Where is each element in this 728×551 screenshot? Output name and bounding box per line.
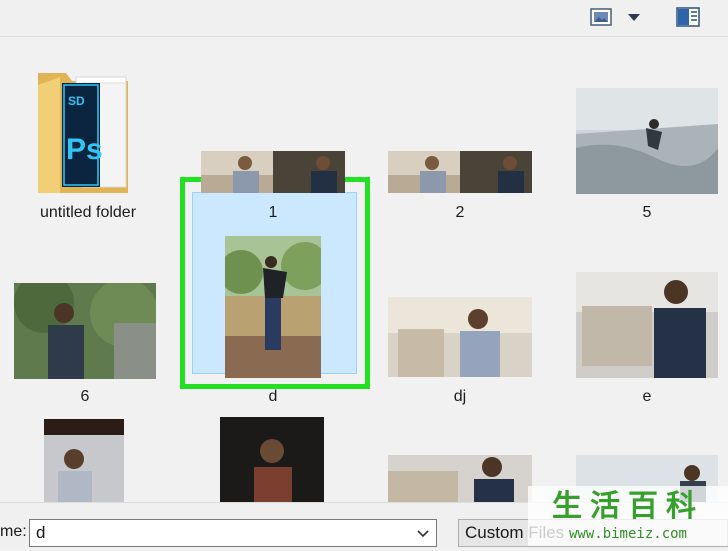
preview-pane-icon <box>676 7 700 27</box>
file-item-5[interactable]: 5 <box>570 57 724 227</box>
watermark-url: www.bimeiz.com <box>569 526 687 542</box>
caret-down-icon <box>628 14 640 21</box>
chevron-down-icon[interactable] <box>414 524 432 542</box>
ps-badge-main: Ps <box>66 133 103 166</box>
file-name: dj <box>453 388 467 405</box>
photoshop-folder-icon: SD Ps <box>38 73 128 193</box>
view-options-dropdown[interactable] <box>624 4 644 30</box>
change-view-button[interactable] <box>588 4 614 30</box>
watermark: 生活百科 www.bimeiz.com <box>528 486 728 546</box>
file-item-partial[interactable] <box>216 417 328 502</box>
picture-view-icon <box>590 8 612 26</box>
ps-badge-top: SD <box>68 94 85 108</box>
file-name: 2 <box>455 204 465 221</box>
file-item-6[interactable]: 6 <box>8 247 162 407</box>
image-thumbnail <box>388 297 532 377</box>
file-item-d[interactable]: d <box>196 193 350 407</box>
file-item-partial[interactable] <box>383 455 537 502</box>
filename-value: d <box>36 523 46 542</box>
file-item-dj[interactable]: dj <box>383 247 537 407</box>
file-name: untitled folder <box>39 204 137 221</box>
file-item-partial[interactable] <box>38 419 134 502</box>
image-thumbnail <box>576 272 718 378</box>
file-name: 6 <box>80 388 90 405</box>
file-name: e <box>642 388 652 405</box>
image-thumbnail <box>576 88 718 194</box>
file-name: d <box>268 388 278 405</box>
image-thumbnail <box>225 236 321 378</box>
file-list-pane[interactable]: SD Ps untitled folder 1 2 5 6 d dj e <box>0 37 728 502</box>
image-thumbnail <box>388 151 532 193</box>
image-thumbnail <box>14 283 156 379</box>
image-thumbnail <box>44 419 124 502</box>
file-item-2[interactable]: 2 <box>383 57 537 227</box>
watermark-title: 生活百科 <box>552 489 704 524</box>
file-item-e[interactable]: e <box>570 247 724 407</box>
image-thumbnail <box>201 151 345 193</box>
preview-pane-button[interactable] <box>674 4 702 30</box>
file-name: 5 <box>642 204 652 221</box>
file-item-untitled-folder[interactable]: SD Ps untitled folder <box>20 57 156 227</box>
toolbar <box>0 0 728 37</box>
image-thumbnail <box>220 417 324 502</box>
filename-label: me: <box>0 523 27 540</box>
filename-input[interactable]: d <box>29 519 437 547</box>
image-thumbnail <box>388 455 532 502</box>
